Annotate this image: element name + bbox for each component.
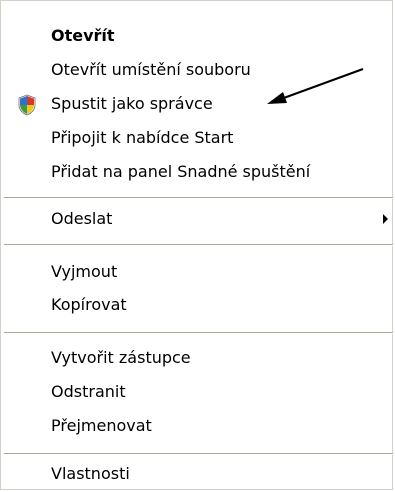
- menu-item-create-shortcut[interactable]: Vytvořit zástupce: [1, 341, 394, 375]
- menu-separator: [4, 332, 393, 334]
- menu-item-label: Vlastnosti: [51, 464, 130, 483]
- menu-item-delete[interactable]: Odstranit: [1, 375, 394, 409]
- pointer-arrow-icon: [267, 68, 364, 104]
- submenu-arrow-icon: [383, 214, 388, 224]
- menu-separator: [4, 453, 393, 455]
- menu-item-open[interactable]: Otevřít: [1, 19, 394, 53]
- menu-item-copy[interactable]: Kopírovat: [1, 288, 394, 322]
- menu-item-label: Připojit k nabídce Start: [51, 128, 234, 147]
- menu-item-label: Vyjmout: [51, 262, 118, 281]
- menu-item-properties[interactable]: Vlastnosti: [1, 457, 394, 491]
- menu-item-label: Otevřít umístění souboru: [51, 60, 251, 79]
- menu-item-pin-to-start[interactable]: Připojit k nabídce Start: [1, 121, 394, 155]
- menu-item-send-to[interactable]: Odeslat: [1, 202, 394, 236]
- menu-separator: [4, 244, 393, 246]
- menu-item-cut[interactable]: Vyjmout: [1, 255, 394, 289]
- menu-item-label: Přejmenovat: [51, 416, 152, 435]
- uac-shield-icon: [18, 94, 36, 116]
- context-menu: Otevřít Otevřít umístění souboru Spustit…: [0, 0, 393, 490]
- menu-separator: [4, 197, 393, 199]
- menu-item-add-to-quick-launch[interactable]: Přidat na panel Snadné spuštění: [1, 155, 394, 189]
- menu-item-label: Otevřít: [51, 26, 115, 45]
- menu-item-rename[interactable]: Přejmenovat: [1, 409, 394, 443]
- menu-item-label: Odeslat: [51, 209, 113, 228]
- menu-item-label: Přidat na panel Snadné spuštění: [51, 162, 311, 181]
- menu-item-label: Odstranit: [51, 382, 126, 401]
- menu-item-label: Spustit jako správce: [51, 94, 213, 113]
- menu-item-label: Kopírovat: [51, 295, 127, 314]
- menu-item-label: Vytvořit zástupce: [51, 348, 191, 367]
